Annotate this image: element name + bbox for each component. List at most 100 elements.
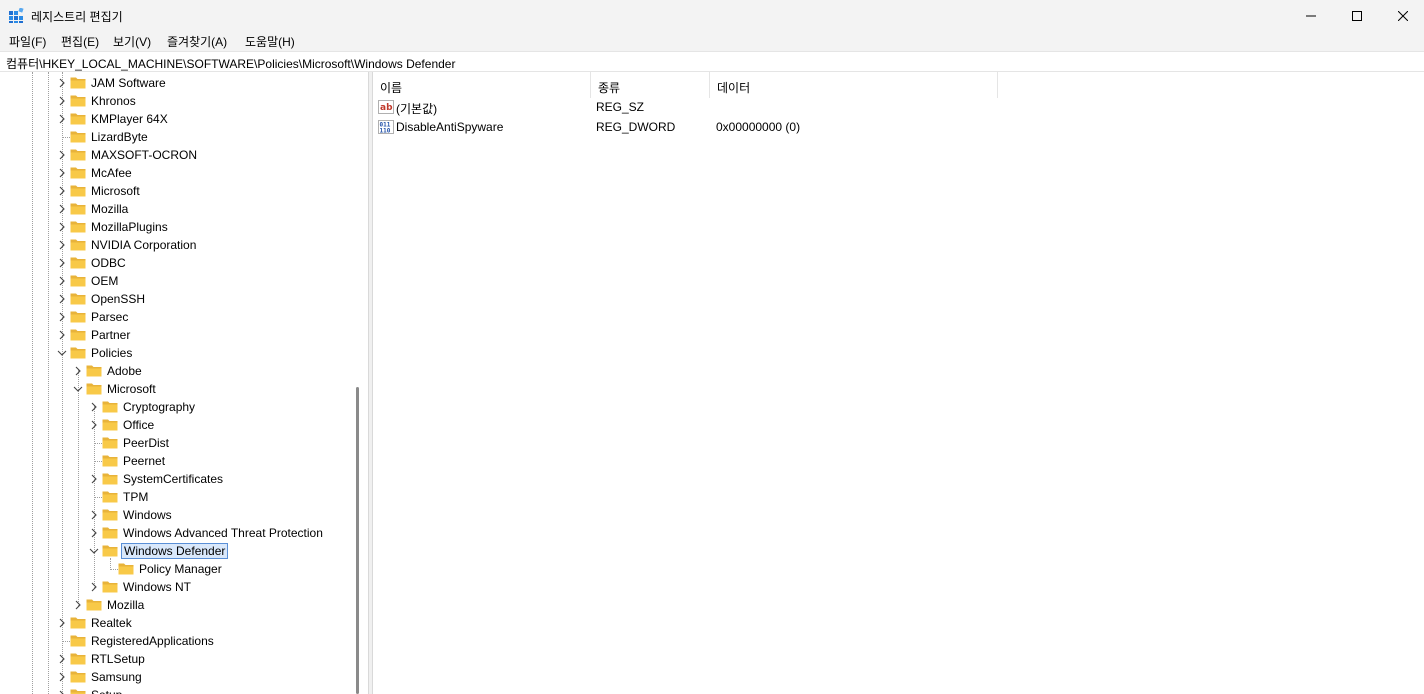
chevron-right-icon[interactable] <box>57 330 67 340</box>
menu-edit[interactable]: 편집(E) <box>60 33 100 50</box>
chevron-right-icon[interactable] <box>89 510 99 520</box>
tree-node[interactable]: Windows Advanced Threat Protection <box>0 524 350 542</box>
tree-node-label[interactable]: LizardByte <box>89 130 150 144</box>
column-divider[interactable] <box>997 72 998 98</box>
tree-node[interactable]: Mozilla <box>0 200 350 218</box>
tree-node-label[interactable]: Office <box>121 418 156 432</box>
chevron-right-icon[interactable] <box>57 258 67 268</box>
tree-node[interactable]: TPM <box>0 488 350 506</box>
tree-node[interactable]: JAM Software <box>0 74 350 92</box>
chevron-right-icon[interactable] <box>73 600 83 610</box>
chevron-right-icon[interactable] <box>89 420 99 430</box>
menu-help[interactable]: 도움말(H) <box>244 33 296 50</box>
tree-node-label[interactable]: Microsoft <box>105 382 158 396</box>
chevron-right-icon[interactable] <box>57 96 67 106</box>
tree-node-label[interactable]: ODBC <box>89 256 128 270</box>
chevron-right-icon[interactable] <box>89 582 99 592</box>
tree-node-label[interactable]: MAXSOFT-OCRON <box>89 148 199 162</box>
tree-node[interactable]: OEM <box>0 272 350 290</box>
chevron-down-icon[interactable] <box>89 546 99 556</box>
tree-node[interactable]: Windows <box>0 506 350 524</box>
tree-node-label[interactable]: SystemCertificates <box>121 472 225 486</box>
column-header-name[interactable]: 이름 <box>373 72 590 98</box>
tree-node[interactable]: Microsoft <box>0 380 350 398</box>
tree-node[interactable]: Partner <box>0 326 350 344</box>
tree-node-label[interactable]: Realtek <box>89 616 134 630</box>
tree-node-label[interactable]: Khronos <box>89 94 138 108</box>
value-list[interactable]: 이름 종류 데이터 ab (기본값) REG_SZ 011 110 Disabl… <box>373 72 1424 694</box>
tree-node[interactable]: Adobe <box>0 362 350 380</box>
value-row[interactable]: 011 110 DisableAntiSpyware REG_DWORD 0x0… <box>373 117 1424 137</box>
chevron-down-icon[interactable] <box>73 384 83 394</box>
tree-node[interactable]: Samsung <box>0 668 350 686</box>
tree-node[interactable]: Microsoft <box>0 182 350 200</box>
tree-node-label[interactable]: Mozilla <box>89 202 130 216</box>
tree-node-label[interactable]: JAM Software <box>89 76 168 90</box>
tree-node[interactable]: KMPlayer 64X <box>0 110 350 128</box>
tree-scrollbar[interactable] <box>350 72 368 694</box>
menu-view[interactable]: 보기(V) <box>112 33 152 50</box>
chevron-right-icon[interactable] <box>89 402 99 412</box>
tree-node-label[interactable]: Setup <box>89 688 124 694</box>
tree-node[interactable]: Policy Manager <box>0 560 350 578</box>
chevron-right-icon[interactable] <box>57 672 67 682</box>
chevron-right-icon[interactable] <box>57 186 67 196</box>
tree-node-label[interactable]: Mozilla <box>105 598 146 612</box>
tree-node-label[interactable]: RegisteredApplications <box>89 634 216 648</box>
tree-node-label[interactable]: TPM <box>121 490 150 504</box>
tree-node-label[interactable]: Microsoft <box>89 184 142 198</box>
address-bar[interactable]: 컴퓨터\HKEY_LOCAL_MACHINE\SOFTWARE\Policies… <box>0 51 1424 72</box>
tree-node[interactable]: RegisteredApplications <box>0 632 350 650</box>
tree-node-label[interactable]: OpenSSH <box>89 292 147 306</box>
tree-node[interactable]: Cryptography <box>0 398 350 416</box>
tree-node[interactable]: Windows NT <box>0 578 350 596</box>
tree-node-label[interactable]: Parsec <box>89 310 130 324</box>
tree-node[interactable]: Setup <box>0 686 350 694</box>
tree-node-label[interactable]: Partner <box>89 328 132 342</box>
chevron-right-icon[interactable] <box>57 222 67 232</box>
tree-node-label[interactable]: Windows <box>121 508 174 522</box>
chevron-right-icon[interactable] <box>57 312 67 322</box>
chevron-right-icon[interactable] <box>73 366 83 376</box>
tree-node[interactable]: MAXSOFT-OCRON <box>0 146 350 164</box>
key-tree[interactable]: JAM Software Khronos KMPlayer 64X LizardByt… <box>0 72 368 694</box>
tree-node-label[interactable]: Adobe <box>105 364 144 378</box>
chevron-right-icon[interactable] <box>57 204 67 214</box>
close-button[interactable] <box>1380 0 1424 31</box>
tree-node[interactable]: PeerDist <box>0 434 350 452</box>
maximize-button[interactable] <box>1334 0 1380 31</box>
tree-node-label[interactable]: Windows Defender <box>121 543 229 559</box>
tree-scrollbar-thumb[interactable] <box>356 387 359 694</box>
tree-node-label[interactable]: RTLSetup <box>89 652 147 666</box>
tree-node-label[interactable]: PeerDist <box>121 436 171 450</box>
tree-node-label[interactable]: Peernet <box>121 454 167 468</box>
tree-node[interactable]: NVIDIA Corporation <box>0 236 350 254</box>
chevron-right-icon[interactable] <box>57 276 67 286</box>
chevron-right-icon[interactable] <box>57 150 67 160</box>
tree-node-label[interactable]: Policy Manager <box>137 562 224 576</box>
tree-node[interactable]: Parsec <box>0 308 350 326</box>
tree-node[interactable]: Khronos <box>0 92 350 110</box>
tree-node-label[interactable]: Samsung <box>89 670 144 684</box>
tree-node-label[interactable]: Windows NT <box>121 580 193 594</box>
tree-node[interactable]: Peernet <box>0 452 350 470</box>
chevron-down-icon[interactable] <box>57 348 67 358</box>
chevron-right-icon[interactable] <box>57 240 67 250</box>
chevron-right-icon[interactable] <box>57 78 67 88</box>
chevron-right-icon[interactable] <box>57 618 67 628</box>
tree-node-label[interactable]: Windows Advanced Threat Protection <box>121 526 325 540</box>
address-path[interactable]: 컴퓨터\HKEY_LOCAL_MACHINE\SOFTWARE\Policies… <box>6 55 455 72</box>
tree-node-label[interactable]: OEM <box>89 274 120 288</box>
tree-node-label[interactable]: MozillaPlugins <box>89 220 170 234</box>
column-header-type[interactable]: 종류 <box>591 72 709 98</box>
tree-node[interactable]: MozillaPlugins <box>0 218 350 236</box>
tree-node-label[interactable]: McAfee <box>89 166 134 180</box>
chevron-right-icon[interactable] <box>89 474 99 484</box>
tree-node[interactable]: Windows Defender <box>0 542 350 560</box>
tree-node-label[interactable]: Cryptography <box>121 400 197 414</box>
tree-node[interactable]: Policies <box>0 344 350 362</box>
tree-node-label[interactable]: KMPlayer 64X <box>89 112 170 126</box>
tree-node[interactable]: Realtek <box>0 614 350 632</box>
tree-node[interactable]: LizardByte <box>0 128 350 146</box>
tree-node[interactable]: ODBC <box>0 254 350 272</box>
